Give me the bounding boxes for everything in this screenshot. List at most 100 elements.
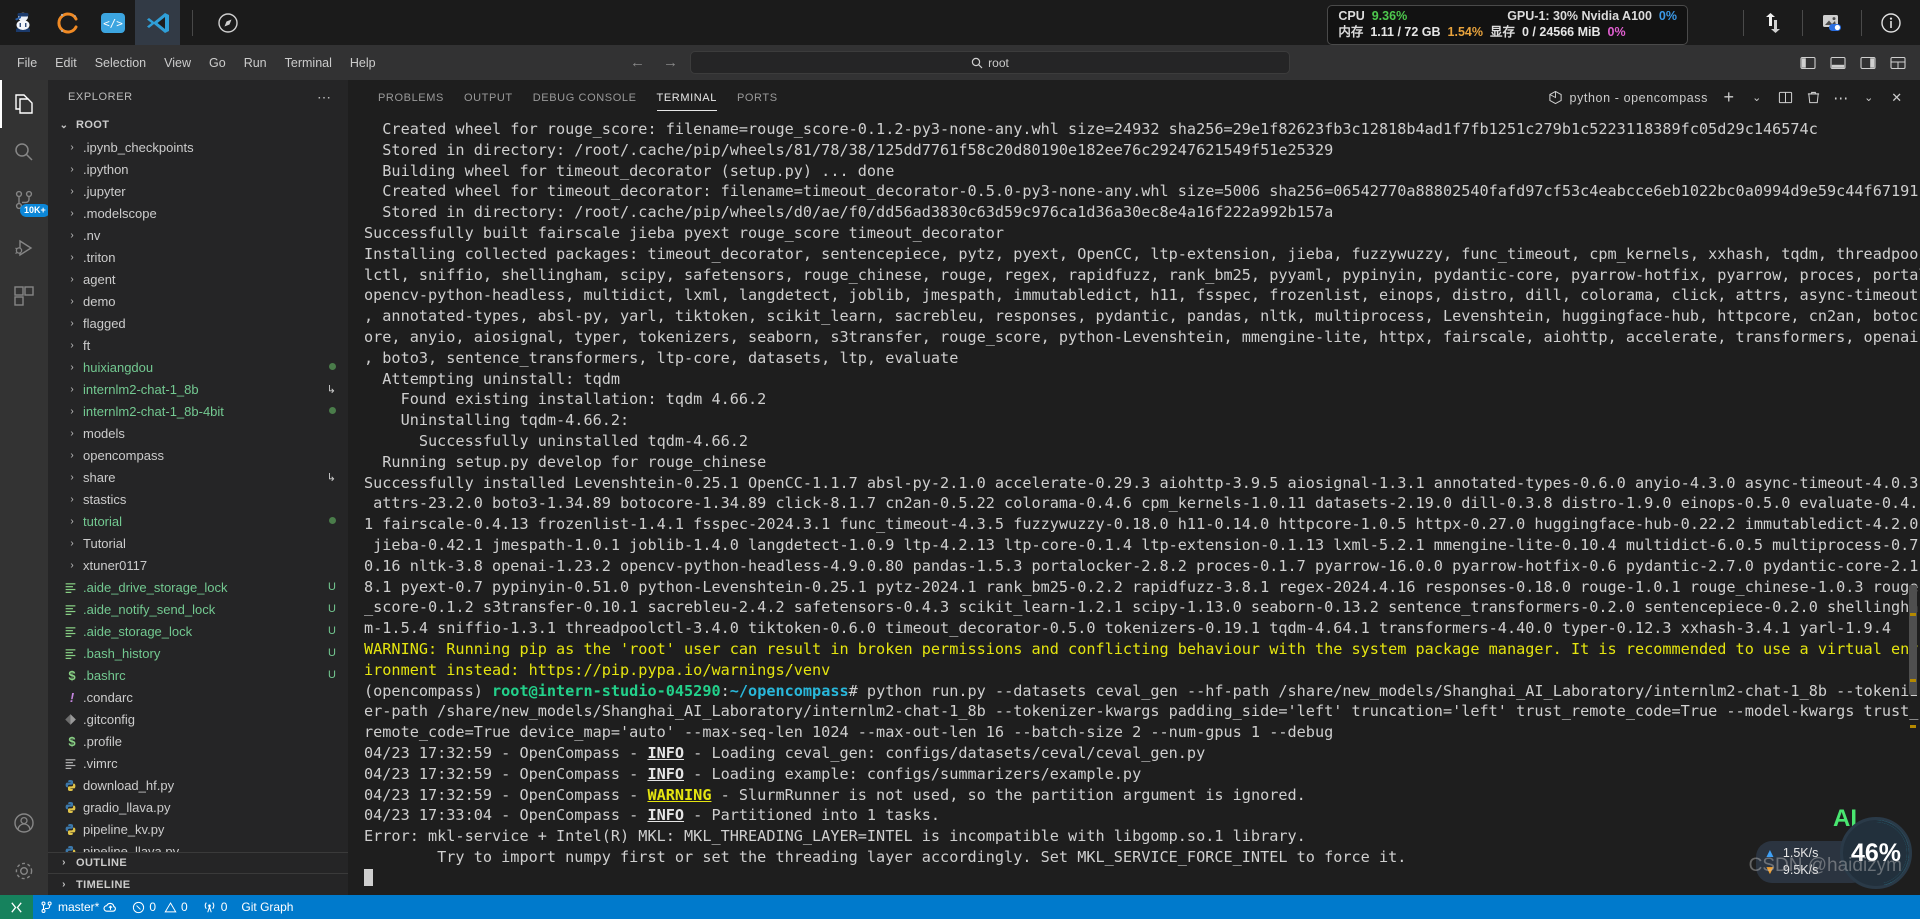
tree-file-row[interactable]: .aide_drive_storage_lock U	[48, 576, 348, 598]
git-graph-button[interactable]: Git Graph	[234, 895, 300, 919]
account-icon[interactable]	[0, 799, 48, 847]
tree-file-row[interactable]: $ .profile	[48, 730, 348, 752]
sidebar-item-run-and-debug[interactable]	[0, 224, 48, 272]
tree-file-row[interactable]: $ .bashrc U	[48, 664, 348, 686]
tree-file-row[interactable]: gradio_llava.py	[48, 796, 348, 818]
menu-selection[interactable]: Selection	[86, 53, 155, 73]
network-arrows-icon[interactable]	[1744, 0, 1802, 45]
tree-file-row[interactable]: .vimrc	[48, 752, 348, 774]
maximize-panel-button[interactable]: ⌄	[1856, 85, 1882, 111]
tree-folder-row[interactable]: › .ipython	[48, 158, 348, 180]
file-shell-icon: $	[68, 733, 76, 749]
tree-folder-row[interactable]: › .nv	[48, 224, 348, 246]
menu-go[interactable]: Go	[200, 53, 235, 73]
app-icon-conda[interactable]	[45, 0, 90, 45]
info-icon[interactable]	[1862, 0, 1920, 45]
file-tree[interactable]: › .ipynb_checkpoints › .ipython › .jupyter › .m…	[48, 136, 348, 852]
tree-folder-row[interactable]: › Tutorial	[48, 532, 348, 554]
toggle-primary-sidebar-icon[interactable]	[1794, 49, 1822, 77]
toggle-secondary-sidebar-icon[interactable]	[1854, 49, 1882, 77]
menu-file[interactable]: File	[8, 53, 46, 73]
tree-folder-row[interactable]: › models	[48, 422, 348, 444]
sidebar-item-explorer[interactable]	[0, 80, 48, 128]
tree-folder-row[interactable]: › flagged	[48, 312, 348, 334]
menu-terminal[interactable]: Terminal	[276, 53, 341, 73]
tab-problems[interactable]: PROBLEMS	[368, 80, 454, 115]
split-terminal-button[interactable]	[1772, 85, 1798, 111]
tree-file-row[interactable]: .gitconfig	[48, 708, 348, 730]
tree-folder-row[interactable]: › agent	[48, 268, 348, 290]
tree-folder-row[interactable]: › huixiangdou	[48, 356, 348, 378]
tab-ports[interactable]: PORTS	[727, 80, 788, 115]
tree-folder-row[interactable]: › ft	[48, 334, 348, 356]
app-icon-code-server[interactable]: </>	[90, 0, 135, 45]
tree-file-row[interactable]: ! .condarc	[48, 686, 348, 708]
explorer-root-section[interactable]: ⌄ ROOT	[48, 114, 348, 136]
panel-more-actions-button[interactable]: ⋯	[1828, 85, 1854, 111]
kill-terminal-button[interactable]	[1800, 85, 1826, 111]
terminal-text: Successfully built fairscale jieba pyext…	[364, 223, 1005, 242]
gear-icon[interactable]	[0, 847, 48, 895]
quick-open-search[interactable]: root	[690, 51, 1290, 74]
ports-count: 0	[220, 900, 228, 914]
tree-folder-row[interactable]: › .jupyter	[48, 180, 348, 202]
forward-arrow-icon[interactable]: →	[663, 54, 678, 71]
tree-folder-row[interactable]: › .modelscope	[48, 202, 348, 224]
terminal-text: Building wheel for timeout_decorator (se…	[364, 161, 895, 180]
terminal-text: Found existing installation: tqdm 4.66.2	[364, 390, 767, 409]
file-python-icon	[64, 801, 80, 814]
terminal-output[interactable]: Created wheel for rouge_score: filename=…	[348, 115, 1920, 895]
sidebar-item-source-control[interactable]: 10K+	[0, 176, 50, 224]
tree-folder-row[interactable]: › demo	[48, 290, 348, 312]
app-icon-vscode[interactable]	[135, 0, 180, 45]
terminal-scrollbar[interactable]	[1908, 115, 1918, 895]
tree-file-row[interactable]: .aide_notify_send_lock U	[48, 598, 348, 620]
cube-icon	[1548, 90, 1563, 105]
outline-section[interactable]: › OUTLINE	[48, 851, 348, 874]
tree-folder-row[interactable]: › .triton	[48, 246, 348, 268]
terminal-instance-selector[interactable]: python - opencompass	[1548, 90, 1714, 105]
tab-terminal[interactable]: TERMINAL	[647, 80, 727, 115]
terminal-text: lctl, sniffio, shellingham, scipy, safet…	[364, 265, 1920, 284]
back-arrow-icon[interactable]: ←	[630, 54, 645, 71]
menu-edit[interactable]: Edit	[46, 53, 86, 73]
search-icon	[15, 143, 33, 161]
tree-folder-row[interactable]: › internlm2-chat-1_8b-4bit	[48, 400, 348, 422]
tree-item-badge: ↳	[326, 471, 336, 484]
problems-indicator[interactable]: 0 0	[125, 895, 194, 919]
close-panel-button[interactable]: ✕	[1884, 85, 1910, 111]
explorer-more-actions-button[interactable]: ⋯	[317, 89, 332, 106]
customize-layout-icon[interactable]	[1884, 49, 1912, 77]
tree-file-row[interactable]: download_hf.py	[48, 774, 348, 796]
tree-folder-row[interactable]: › internlm2-chat-1_8b ↳	[48, 378, 348, 400]
tree-folder-row[interactable]: › xtuner0117	[48, 554, 348, 576]
tree-folder-row[interactable]: › tutorial	[48, 510, 348, 532]
menu-help[interactable]: Help	[341, 53, 385, 73]
tree-file-row[interactable]: .bash_history U	[48, 642, 348, 664]
tab-debug-console[interactable]: DEBUG CONSOLE	[523, 80, 647, 115]
sidebar-item-extensions[interactable]	[0, 272, 48, 320]
tree-folder-row[interactable]: › share ↳	[48, 466, 348, 488]
git-branch-indicator[interactable]: master*	[33, 895, 125, 919]
new-terminal-button[interactable]: +	[1716, 85, 1742, 111]
tree-folder-row[interactable]: › stastics	[48, 488, 348, 510]
chevron-right-icon: ›	[70, 493, 74, 505]
tree-item-label: download_hf.py	[83, 777, 175, 793]
tree-file-row[interactable]: pipeline_llava.py	[48, 840, 348, 852]
screenshot-toggle-icon[interactable]	[1803, 0, 1861, 45]
sidebar-item-search[interactable]	[0, 128, 48, 176]
remote-window-indicator[interactable]	[0, 895, 33, 919]
menu-run[interactable]: Run	[235, 53, 276, 73]
toggle-panel-icon[interactable]	[1824, 49, 1852, 77]
compass-icon[interactable]	[205, 0, 250, 45]
tree-file-row[interactable]: .aide_storage_lock U	[48, 620, 348, 642]
tab-output[interactable]: OUTPUT	[454, 80, 523, 115]
terminal-dropdown-button[interactable]: ⌄	[1744, 85, 1770, 111]
tree-folder-row[interactable]: › opencompass	[48, 444, 348, 466]
tree-folder-row[interactable]: › .ipynb_checkpoints	[48, 136, 348, 158]
ports-indicator[interactable]: 0	[195, 895, 235, 919]
app-icon-internlm[interactable]	[0, 0, 45, 45]
timeline-section[interactable]: › TIMELINE	[48, 873, 348, 895]
tree-file-row[interactable]: pipeline_kv.py	[48, 818, 348, 840]
menu-view[interactable]: View	[155, 53, 200, 73]
